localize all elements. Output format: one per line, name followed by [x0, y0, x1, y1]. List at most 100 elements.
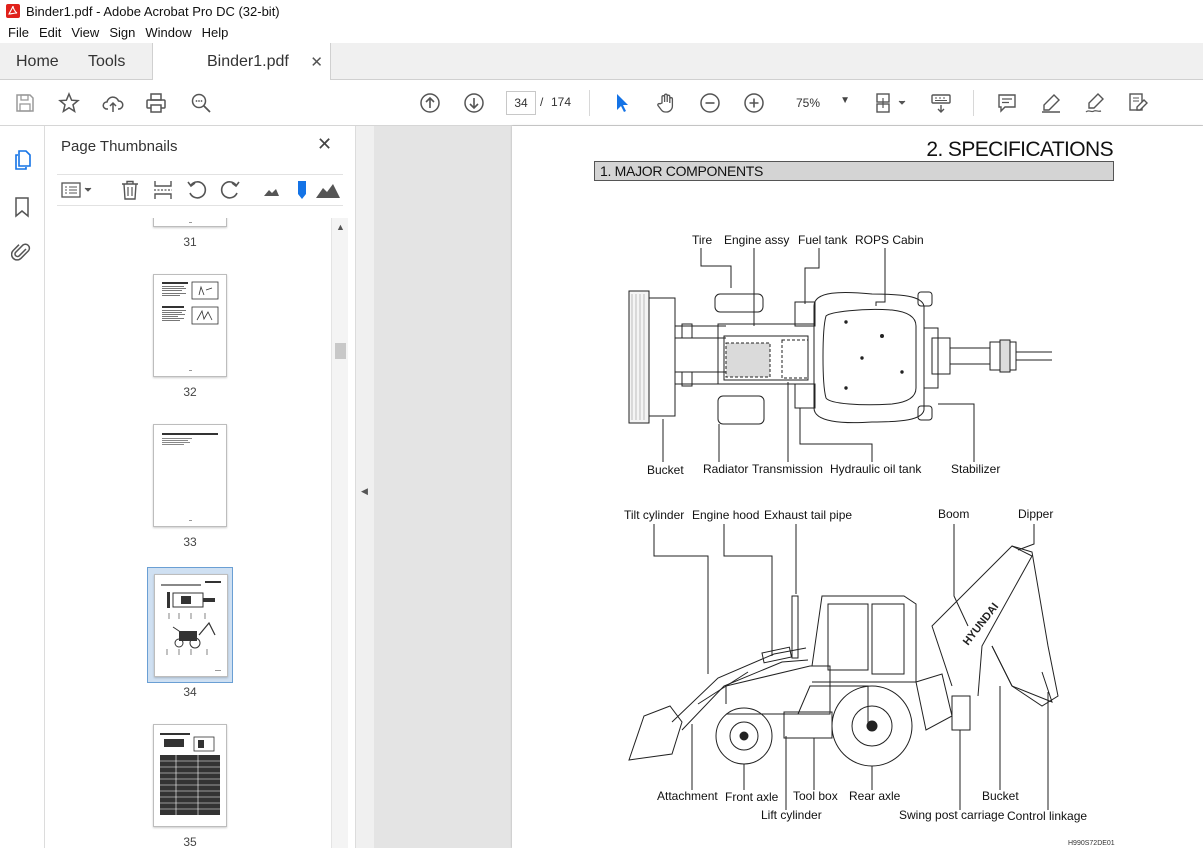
close-icon[interactable]: ✕	[310, 53, 323, 71]
label-hydraulic-oil-tank: Hydraulic oil tank	[830, 462, 922, 476]
zoom-value: 75%	[796, 96, 821, 110]
label-boom: Boom	[938, 507, 970, 521]
thumbnail-preview	[162, 433, 218, 521]
figure-code: H990S72DE01	[1068, 840, 1115, 847]
thumbnail-preview	[161, 581, 221, 671]
thumbnail-page-35[interactable]	[153, 724, 227, 827]
cloud-upload-icon[interactable]	[101, 91, 125, 115]
menu-help[interactable]: Help	[197, 25, 234, 40]
window-title: Binder1.pdf - Adobe Acrobat Pro DC (32-b…	[26, 3, 280, 19]
label-dipper: Dipper	[1018, 507, 1054, 521]
menu-window[interactable]: Window	[140, 25, 196, 40]
star-icon[interactable]	[57, 91, 81, 115]
label-bucket-backhoe: Bucket	[982, 789, 1019, 803]
title-bar: Binder1.pdf - Adobe Acrobat Pro DC (32-b…	[0, 0, 1203, 22]
panel-title: Page Thumbnails	[61, 138, 178, 155]
toolbar-divider	[973, 90, 974, 116]
thumbnails-toolbar	[57, 174, 343, 206]
thumbnails-scrollbar[interactable]: ▲	[331, 218, 348, 848]
cursor-arrow-icon[interactable]	[610, 91, 634, 115]
chevron-down-icon: ▼	[840, 95, 850, 106]
trash-icon[interactable]	[119, 179, 141, 201]
thumbnail-larger-icon[interactable]	[315, 179, 341, 201]
tab-tools[interactable]: Tools	[88, 43, 125, 80]
thumbnail-label: 33	[183, 535, 197, 549]
zoom-out-icon[interactable]	[698, 91, 722, 115]
thumbnail-label: 34	[183, 685, 197, 699]
menu-view[interactable]: View	[66, 25, 104, 40]
zoom-in-icon[interactable]	[742, 91, 766, 115]
thumbnail-page-32[interactable]	[153, 274, 227, 377]
navigation-rail	[0, 126, 45, 848]
insert-page-icon[interactable]	[152, 179, 174, 201]
label-stabilizer: Stabilizer	[951, 462, 1001, 476]
label-rear-axle: Rear axle	[849, 789, 901, 803]
thumbnail-page-31[interactable]	[153, 218, 227, 227]
tab-bar: Home Tools Binder1.pdf ✕	[0, 43, 1203, 80]
label-engine-hood: Engine hood	[692, 508, 760, 522]
label-tool-box: Tool box	[793, 789, 838, 803]
label-swing-post-carriage: Swing post carriage	[899, 808, 1005, 822]
scroll-up-icon[interactable]: ▲	[336, 222, 345, 232]
label-front-axle: Front axle	[725, 790, 779, 804]
thumbnail-preview	[160, 733, 220, 815]
scrollbar-thumb[interactable]	[335, 343, 346, 359]
thumbnail-page-mark	[189, 222, 192, 223]
save-icon[interactable]	[13, 91, 37, 115]
label-control-linkage: Control linkage	[1007, 809, 1088, 823]
highlight-pen-icon[interactable]	[1039, 91, 1063, 115]
page-separator: /	[540, 95, 544, 109]
thumbnails-panel: Page Thumbnails ✕ 31 32 33 34 35	[45, 126, 356, 848]
thumbnail-label: 35	[183, 835, 197, 848]
thumbnail-smaller-icon[interactable]	[259, 179, 281, 201]
thumbnail-label: 31	[183, 235, 197, 249]
tab-document[interactable]: Binder1.pdf ✕	[152, 43, 331, 80]
rotate-left-icon[interactable]	[186, 179, 208, 201]
page-thumbnails-icon[interactable]	[10, 148, 34, 172]
page-number-input[interactable]	[506, 91, 536, 115]
label-rops-cabin: ROPS Cabin	[855, 233, 924, 247]
magnifier-icon[interactable]	[189, 91, 213, 115]
label-bucket: Bucket	[647, 463, 684, 477]
page-fit-icon[interactable]	[874, 91, 910, 115]
menu-bar: File Edit View Sign Window Help	[0, 22, 1203, 43]
rotate-right-icon[interactable]	[219, 179, 241, 201]
toolbar-divider	[589, 90, 590, 116]
document-viewport: 2. SPECIFICATIONS 1. MAJOR COMPONENTS HY…	[374, 126, 1203, 848]
label-radiator: Radiator	[703, 462, 749, 476]
arrow-down-circle-icon[interactable]	[462, 91, 486, 115]
thumbnail-label: 32	[183, 385, 197, 399]
menu-edit[interactable]: Edit	[34, 25, 66, 40]
panel-collapse-handle[interactable]: ◀	[356, 126, 374, 848]
label-attachment: Attachment	[657, 789, 718, 803]
arrow-up-circle-icon[interactable]	[418, 91, 442, 115]
page-total: 174	[551, 95, 572, 109]
pdf-page: 2. SPECIFICATIONS 1. MAJOR COMPONENTS HY…	[512, 126, 1203, 848]
close-icon[interactable]: ✕	[317, 134, 332, 155]
zoom-select[interactable]: 75% ▼	[786, 91, 856, 115]
menu-sign[interactable]: Sign	[104, 25, 140, 40]
fill-sign-icon[interactable]	[1126, 91, 1150, 115]
label-fuel-tank: Fuel tank	[798, 233, 848, 247]
comment-icon[interactable]	[995, 91, 1019, 115]
label-engine-assy: Engine assy	[724, 233, 790, 247]
tab-document-label: Binder1.pdf	[207, 52, 289, 70]
menu-file[interactable]: File	[3, 25, 34, 40]
thumbnail-preview	[162, 281, 219, 371]
main-toolbar: / 174 75% ▼	[0, 80, 1203, 126]
label-tire: Tire	[692, 233, 713, 247]
bookmark-icon[interactable]	[10, 195, 34, 219]
acrobat-logo-icon	[6, 4, 20, 18]
print-icon[interactable]	[144, 91, 168, 115]
scrolling-mode-icon[interactable]	[929, 91, 953, 115]
options-menu-icon[interactable]	[59, 179, 95, 201]
thumbnail-page-33[interactable]	[153, 424, 227, 527]
thumbnail-page-34[interactable]	[154, 574, 228, 677]
paperclip-icon[interactable]	[10, 240, 34, 264]
sign-pen-icon[interactable]	[1083, 91, 1107, 115]
thumbnail-size-slider-icon[interactable]	[291, 179, 313, 201]
hand-icon[interactable]	[654, 91, 678, 115]
tab-home[interactable]: Home	[16, 43, 59, 80]
label-tilt-cylinder: Tilt cylinder	[624, 508, 685, 522]
label-transmission: Transmission	[752, 462, 823, 476]
